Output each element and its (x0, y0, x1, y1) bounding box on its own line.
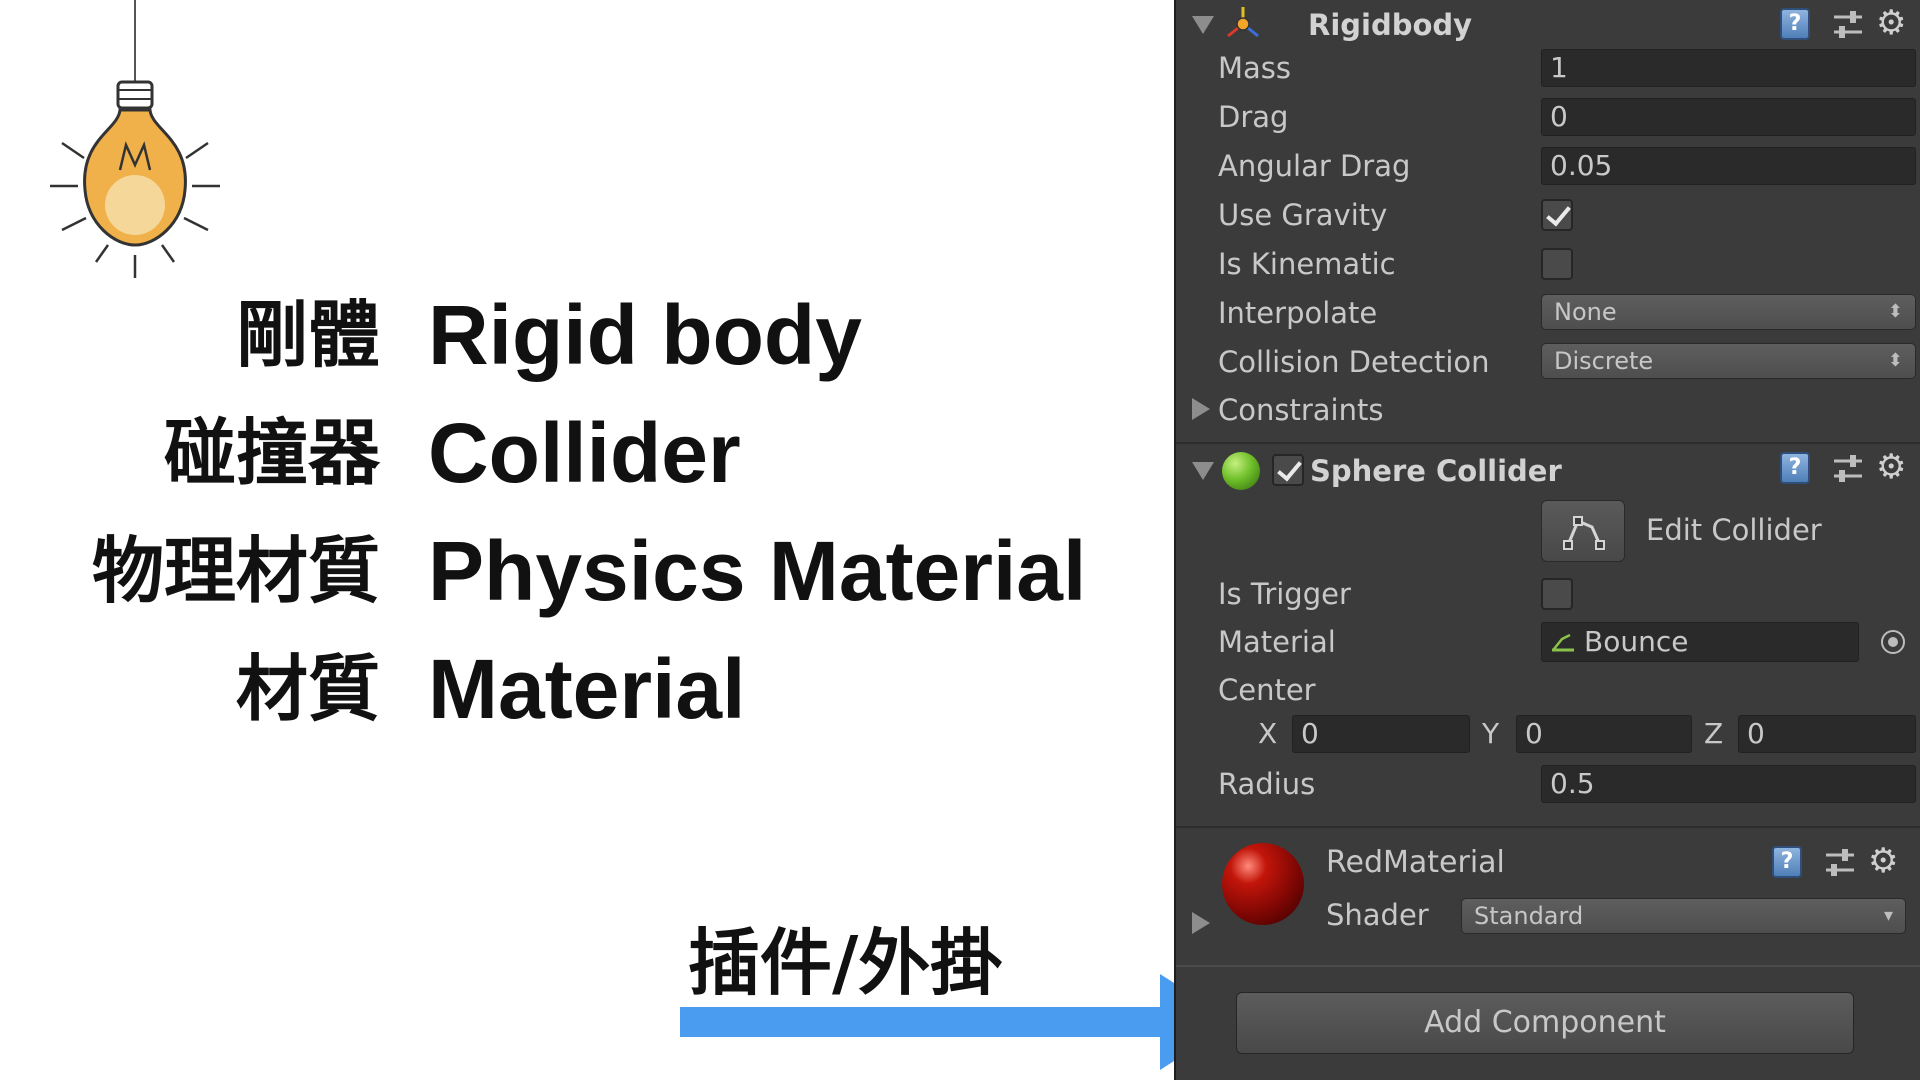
help-icon[interactable]: ? (1780, 8, 1810, 40)
angular-drag-label: Angular Drag (1218, 149, 1411, 183)
header-actions: ? ⚙ (1780, 448, 1916, 488)
mass-field[interactable]: 1 (1541, 49, 1916, 87)
component-divider (1176, 826, 1920, 828)
constraints-label[interactable]: Constraints (1218, 390, 1383, 430)
interpolate-value: None (1554, 298, 1617, 326)
physics-material-icon (1552, 633, 1574, 652)
collision-detection-label: Collision Detection (1218, 345, 1490, 379)
add-component-button[interactable]: Add Component (1236, 992, 1854, 1054)
header-actions: ? ⚙ (1780, 4, 1916, 44)
is-kinematic-label: Is Kinematic (1218, 247, 1396, 281)
use-gravity-label: Use Gravity (1218, 198, 1388, 232)
gear-icon[interactable]: ⚙ (1868, 842, 1906, 880)
dropdown-caret-icon: ▾ (1883, 905, 1893, 926)
term-en: Physics Material (428, 524, 1087, 618)
term-zh: 材質 (235, 647, 380, 731)
center-z-field[interactable]: 0 (1738, 715, 1916, 753)
sphere-collider-title: Sphere Collider (1310, 454, 1562, 488)
interpolate-dropdown[interactable]: None ⬍ (1541, 294, 1916, 330)
interpolate-label: Interpolate (1218, 296, 1378, 330)
is-kinematic-checkbox[interactable] (1541, 248, 1573, 280)
header-actions: ? ⚙ (1772, 842, 1908, 882)
preset-sliders-icon[interactable] (1830, 8, 1866, 42)
shader-label: Shader (1326, 898, 1429, 932)
material-value: Bounce (1584, 625, 1689, 658)
edit-collider-label: Edit Collider (1646, 513, 1822, 547)
material-label: Material (1218, 625, 1336, 659)
term-en: Collider (428, 406, 741, 500)
sphere-collider-enabled-checkbox[interactable] (1272, 454, 1304, 486)
edit-collider-icon (1563, 516, 1605, 550)
preset-sliders-icon[interactable] (1822, 846, 1858, 880)
right-arrow-icon (680, 974, 1235, 1070)
center-label: Center (1218, 673, 1316, 707)
angular-drag-field[interactable]: 0.05 (1541, 147, 1916, 185)
term-zh: 碰撞器 (163, 411, 380, 495)
center-y-field[interactable]: 0 (1516, 715, 1692, 753)
is-trigger-label: Is Trigger (1218, 577, 1351, 611)
term-en: Rigid body (428, 288, 862, 382)
sphere-collider-header[interactable]: Sphere Collider ? ⚙ (1176, 448, 1920, 496)
dropdown-caret-icon: ⬍ (1887, 301, 1903, 322)
physics-material-field[interactable]: Bounce (1541, 622, 1859, 662)
material-preview-sphere (1222, 843, 1304, 925)
section-divider (1176, 965, 1920, 967)
foldout-arrow-icon[interactable] (1192, 462, 1214, 480)
sphere-collider-icon (1222, 452, 1260, 490)
center-x-field[interactable]: 0 (1292, 715, 1470, 753)
term-row-material: 材質 Material (0, 634, 1160, 744)
shader-value: Standard (1474, 902, 1584, 930)
foldout-arrow-icon[interactable] (1192, 16, 1214, 34)
radius-field[interactable]: 0.5 (1541, 765, 1916, 803)
mass-label: Mass (1218, 51, 1292, 85)
rigidbody-title: Rigidbody (1308, 8, 1473, 42)
center-x-axis-label: X (1258, 717, 1278, 750)
gear-icon[interactable]: ⚙ (1876, 448, 1914, 486)
gear-icon[interactable]: ⚙ (1876, 4, 1914, 42)
term-en: Material (428, 642, 746, 736)
inspector-panel: Rigidbody ? ⚙ Mass 1 Drag 0 Angular Drag… (1174, 0, 1920, 1080)
drag-field[interactable]: 0 (1541, 98, 1916, 136)
collision-detection-value: Discrete (1554, 347, 1654, 375)
component-divider (1176, 442, 1920, 444)
lightbulb-icon (50, 0, 220, 278)
constraints-foldout-icon[interactable] (1192, 398, 1210, 420)
term-zh: 物理材質 (91, 529, 380, 613)
preset-sliders-icon[interactable] (1830, 452, 1866, 486)
edit-collider-button[interactable] (1541, 500, 1625, 562)
drag-label: Drag (1218, 100, 1289, 134)
help-icon[interactable]: ? (1772, 846, 1802, 878)
term-row-physics-material: 物理材質 Physics Material (0, 516, 1160, 626)
term-row-rigidbody: 剛體 Rigid body (0, 280, 1160, 390)
rigidbody-icon (1227, 7, 1259, 38)
center-y-axis-label: Y (1482, 717, 1500, 750)
rigidbody-header[interactable]: Rigidbody ? ⚙ (1176, 2, 1920, 50)
is-trigger-checkbox[interactable] (1541, 578, 1573, 610)
term-zh: 剛體 (235, 293, 380, 377)
use-gravity-checkbox[interactable] (1541, 199, 1573, 231)
help-icon[interactable]: ? (1780, 452, 1810, 484)
object-picker-icon[interactable] (1881, 630, 1905, 654)
center-z-axis-label: Z (1704, 717, 1724, 750)
shader-dropdown[interactable]: Standard ▾ (1461, 898, 1906, 934)
material-foldout-icon[interactable] (1192, 912, 1210, 934)
collision-detection-dropdown[interactable]: Discrete ⬍ (1541, 343, 1916, 379)
radius-label: Radius (1218, 767, 1316, 801)
dropdown-caret-icon: ⬍ (1887, 350, 1903, 371)
term-row-collider: 碰撞器 Collider (0, 398, 1160, 508)
material-name: RedMaterial (1326, 845, 1505, 880)
